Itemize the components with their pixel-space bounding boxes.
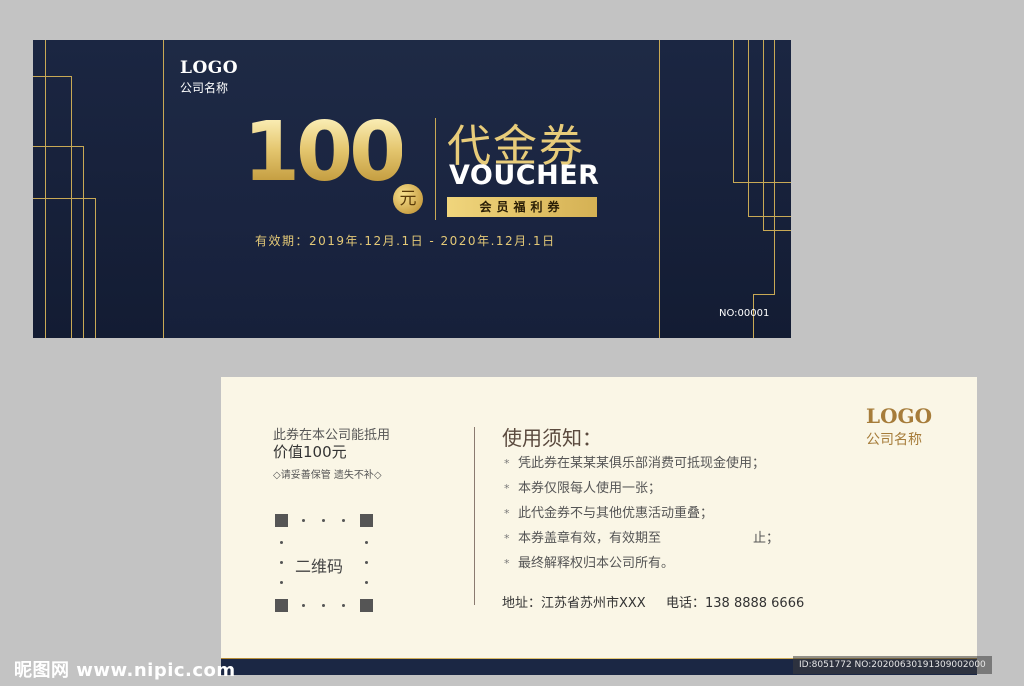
qr-dot (342, 519, 345, 522)
qr-dot (280, 541, 283, 544)
front-left-panel (33, 40, 163, 338)
qr-dot (365, 581, 368, 584)
qr-corner (360, 599, 373, 612)
gold-line (748, 216, 791, 217)
watermark-id: ID:8051772 NO:20200630191309002000 (793, 656, 992, 674)
voucher-title-en: VOUCHER (449, 160, 600, 191)
usage-notice-list: * 凭此券在某某某俱乐部消费可抵现金使用； * 本券仅限每人使用一张； * 此代金券不… (504, 451, 779, 576)
gold-line (83, 146, 84, 338)
validity-period: 有效期：2019年.12月.1日 - 2020年.12月.1日 (255, 234, 556, 248)
gold-line (763, 40, 764, 230)
voucher-front: LOGO 公司名称 100 元 代金券 VOUCHER 会员福利券 有效期：20… (33, 40, 791, 338)
list-item: * 本券盖章有效，有效期至 止； (504, 526, 779, 551)
qr-dot (280, 581, 283, 584)
back-logo: LOGO (866, 404, 932, 428)
qr-dot (365, 541, 368, 544)
gold-line (748, 40, 749, 216)
usage-notice-title: 使用须知： (502, 426, 602, 450)
phone: 电话：138 8888 6666 (666, 596, 805, 611)
gold-line (33, 76, 71, 77)
address: 地址：江苏省苏州市XXX (502, 596, 646, 611)
qr-label: 二维码 (295, 557, 344, 576)
bullet-icon: * (504, 532, 510, 545)
list-item: * 本券仅限每人使用一张； (504, 476, 779, 501)
voucher-number: NO:00001 (719, 308, 770, 319)
bullet-icon: * (504, 557, 510, 570)
voucher-back: 此券在本公司能抵用 价值100元 ◇请妥善保管 遗失不补◇ 二维码 使用须知： … (221, 377, 977, 675)
gold-line (774, 40, 775, 294)
list-item: * 最终解释权归本公司所有。 (504, 551, 779, 576)
qr-code-placeholder: 二维码 (275, 514, 373, 612)
watermark-site: 昵图网 www.nipic.com (14, 660, 236, 681)
voucher-amount: 100 (243, 105, 406, 200)
gold-line (95, 198, 96, 338)
keep-safe-note: ◇请妥善保管 遗失不补◇ (273, 470, 382, 481)
qr-dot (322, 604, 325, 607)
back-divider (474, 427, 475, 605)
gold-line (71, 76, 72, 338)
gold-line (733, 182, 791, 183)
list-item: * 此代金券不与其他优惠活动重叠； (504, 501, 779, 526)
qr-dot (365, 561, 368, 564)
gold-line (733, 40, 734, 182)
title-divider (435, 118, 436, 220)
back-company-name: 公司名称 (866, 432, 922, 448)
bullet-icon: * (504, 482, 510, 495)
member-benefit-tag: 会员福利券 (447, 197, 597, 217)
bullet-icon: * (504, 507, 510, 520)
bullet-icon: * (504, 457, 510, 470)
front-logo: LOGO (180, 58, 239, 78)
qr-dot (342, 604, 345, 607)
front-company-name: 公司名称 (180, 81, 229, 95)
qr-dot (302, 519, 305, 522)
gold-line (45, 40, 46, 338)
currency-badge: 元 (393, 184, 423, 214)
qr-corner (275, 514, 288, 527)
gold-line (163, 40, 164, 338)
qr-dot (302, 604, 305, 607)
list-item: * 凭此券在某某某俱乐部消费可抵现金使用； (504, 451, 779, 476)
deduct-value: 价值100元 (273, 443, 347, 461)
gold-line (753, 294, 775, 295)
gold-line (33, 146, 83, 147)
qr-corner (275, 599, 288, 612)
qr-dot (280, 561, 283, 564)
qr-dot (322, 519, 325, 522)
qr-corner (360, 514, 373, 527)
gold-line (763, 230, 791, 231)
gold-line (33, 198, 95, 199)
gold-line (659, 40, 660, 338)
